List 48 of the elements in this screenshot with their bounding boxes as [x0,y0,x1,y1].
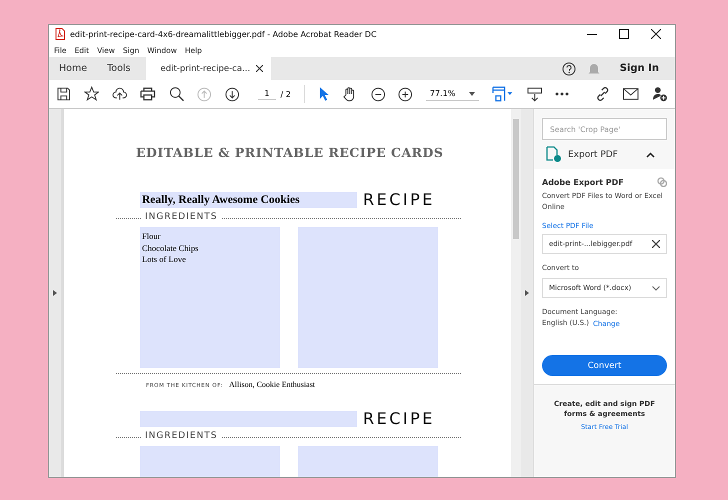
expand-arrow-icon[interactable] [525,290,529,296]
page-fit-icon[interactable] [492,86,514,102]
save-icon[interactable] [57,87,71,101]
ingredients-field[interactable]: Flour Chocolate Chips Lots of Love [140,227,280,368]
add-user-icon[interactable] [652,86,667,102]
ingredients-label: INGREDIENTS [142,212,221,222]
envelope-icon[interactable] [623,88,638,100]
help-icon[interactable] [562,62,576,76]
sign-in-link[interactable]: Sign In [606,63,675,74]
recipe-title-field[interactable]: Really, Really Awesome Cookies [140,192,357,208]
chevron-down-icon [652,286,660,290]
zoom-out-icon[interactable] [370,86,386,102]
pointer-icon[interactable] [318,86,330,102]
export-pdf-header[interactable]: Export PDF [542,140,667,169]
tab[interactable]: Tools [97,57,140,80]
arrow-down-circle-icon[interactable] [224,86,240,102]
section-title: Adobe Export PDF [542,178,624,186]
window-title: edit-print-recipe-card-4x6-dreamalittlebigger.pdf - Adobe Acrobat Reader DC [70,30,377,38]
print-icon[interactable] [140,87,156,101]
link-icon [657,177,667,187]
star-icon[interactable] [84,86,99,102]
directions-field[interactable] [298,227,438,368]
close-icon[interactable] [652,240,660,248]
close-icon[interactable] [651,29,661,39]
recipe-label: RECIPE [363,409,435,428]
expand-arrow-icon[interactable] [53,290,57,296]
link-icon[interactable] [594,86,610,102]
recipe-label: RECIPE [363,190,435,209]
maximize-icon[interactable] [619,29,629,39]
page-total: / 2 [280,90,291,98]
tab[interactable]: Home [49,57,98,80]
kitchen-name-field[interactable]: Allison, Cookie Enthusiast [229,380,316,389]
more-icon[interactable] [555,92,569,96]
convert-button[interactable]: Convert [542,355,667,376]
chevron-up-icon[interactable] [646,152,655,158]
cloud-upload-icon[interactable] [112,87,128,101]
zoom-in-icon[interactable] [398,86,413,102]
caret-icon [469,92,476,96]
close-icon[interactable] [256,65,264,72]
recipe-title-field[interactable] [140,410,357,426]
tab[interactable]: edit-print-recipe-ca... [146,57,272,80]
ingredients-label: INGREDIENTS [142,431,221,441]
pdf-file-icon [55,28,65,40]
export-document-icon [546,146,562,163]
zoom-search-icon[interactable] [168,86,184,102]
zoom-dropdown[interactable]: 77.1% [426,87,480,101]
document-heading: EDITABLE & PRINTABLE RECIPE CARDS [135,145,444,160]
page-number-field[interactable]: 1 [258,88,276,100]
